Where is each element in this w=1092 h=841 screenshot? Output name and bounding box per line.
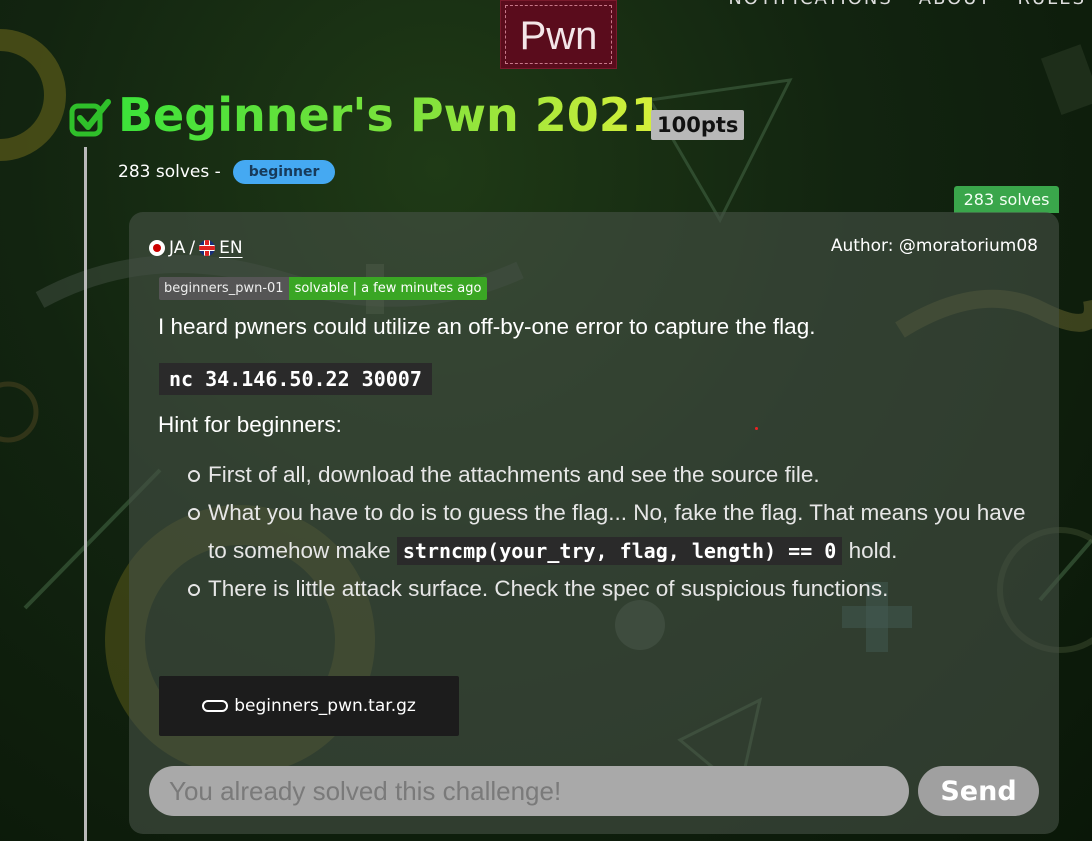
solves-info: 283 solves - beginner — [118, 160, 336, 184]
challenge-description: I heard pwners could utilize an off-by-o… — [158, 314, 816, 339]
timeline-line — [84, 147, 87, 841]
solved-check-icon — [69, 99, 111, 137]
category-badge: Pwn — [500, 0, 617, 69]
list-item: First of all, download the attachments a… — [186, 456, 1026, 494]
list-item: There is little attack surface. Check th… — [186, 570, 1026, 608]
tag-beginner[interactable]: beginner — [232, 160, 336, 184]
language-switcher: JA / EN — [149, 238, 243, 258]
list-item: What you have to do is to guess the flag… — [186, 494, 1026, 570]
nav-item-notifications[interactable]: NOTIFICATIONS — [728, 0, 892, 9]
lang-en[interactable]: EN — [219, 238, 242, 258]
hint-code: strncmp(your_try, flag, length) == 0 — [396, 537, 843, 565]
flag-input[interactable] — [149, 766, 909, 816]
uk-flag-icon — [199, 240, 216, 256]
connection-command: nc 34.146.50.22 30007 — [159, 363, 432, 395]
service-status: beginners_pwn-01 solvable | a few minute… — [159, 277, 488, 300]
hint-list: First of all, download the attachments a… — [186, 456, 1026, 608]
cursor-dot — [755, 427, 758, 430]
nav-item-rules[interactable]: RULES — [1017, 0, 1086, 9]
hint-text: hold. — [848, 538, 898, 563]
attachment-label: beginners_pwn.tar.gz — [234, 696, 416, 716]
hint-text: There is little attack surface. Check th… — [208, 576, 889, 601]
category-label: Pwn — [519, 14, 598, 58]
challenge-title: Beginner's Pwn 2021 — [118, 88, 663, 142]
solves-count: 283 solves - — [118, 162, 221, 182]
lang-separator: / — [189, 238, 196, 258]
solves-badge[interactable]: 283 solves — [954, 186, 1059, 213]
hint-title: Hint for beginners: — [158, 412, 342, 437]
attachment-button[interactable]: beginners_pwn.tar.gz — [159, 676, 459, 736]
author: Author: @moratorium08 — [830, 236, 1038, 256]
lang-ja[interactable]: JA — [169, 238, 185, 258]
nav-item-about[interactable]: ABOUT — [919, 0, 992, 9]
status-badge: solvable | a few minutes ago — [288, 277, 488, 300]
status-id: beginners_pwn-01 — [159, 277, 289, 300]
hint-text: First of all, download the attachments a… — [208, 462, 820, 487]
japan-flag-icon — [149, 240, 165, 256]
top-navigation: NOTIFICATIONS ABOUT RULES — [728, 0, 1092, 9]
send-button[interactable]: Send — [918, 766, 1039, 816]
points-badge: 100pts — [651, 110, 745, 140]
paperclip-icon — [202, 700, 229, 712]
